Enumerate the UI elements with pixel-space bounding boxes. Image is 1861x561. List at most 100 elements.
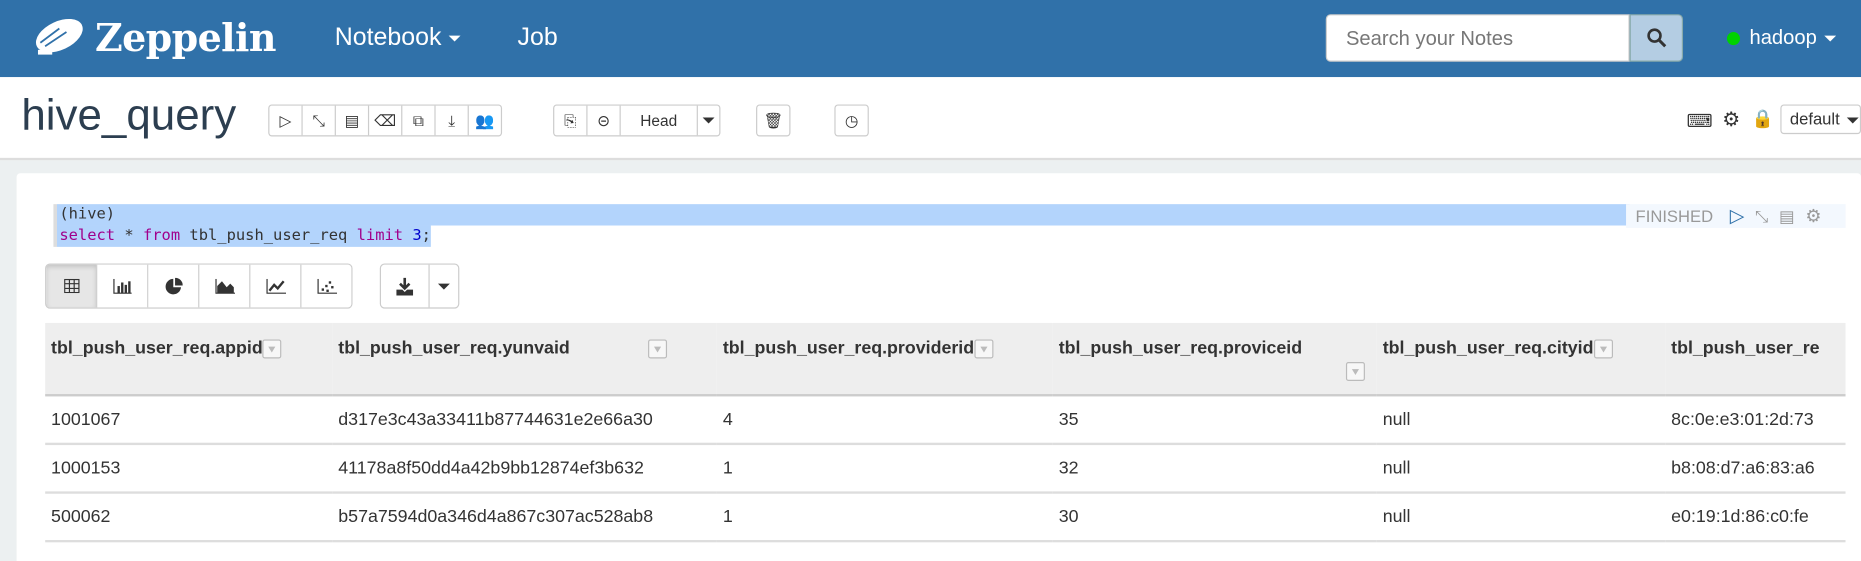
table-cell: 1 [716, 492, 1053, 543]
brand-logo[interactable]: Zeppelin [24, 12, 276, 64]
table-cell: b57a7594d0a346d4a867c307ac528ab8 [332, 492, 717, 543]
search-input[interactable]: Search your Notes [1325, 14, 1630, 62]
chevron-down-icon [1846, 117, 1859, 124]
gear-icon[interactable]: ⚙ [1722, 108, 1740, 132]
trash-icon: 🗑 [763, 110, 784, 129]
scatter-chart-icon [316, 278, 337, 294]
column-header-label: tbl_push_user_req.cityid [1382, 338, 1594, 359]
table-cell: 1000153 [45, 443, 333, 494]
notebook-title[interactable]: hive_query [21, 90, 236, 140]
run-paragraph-icon[interactable]: ▷ [1730, 204, 1745, 228]
clone-button[interactable]: ⧉ [402, 105, 436, 136]
chevron-down-icon [448, 35, 461, 42]
table-cell: b8:08:d7:a6:83:a6 [1665, 443, 1846, 494]
line-chart-button[interactable] [250, 264, 302, 308]
area-chart-button[interactable] [199, 264, 251, 308]
version-control: ⎘ ⊝ Head [553, 104, 721, 137]
commit-button[interactable]: ⊝ [588, 105, 621, 136]
keyword: from [142, 226, 181, 245]
clock-icon: ◷ [844, 110, 859, 129]
zeppelin-page: Zeppelin Notebook Job Search your Notes … [0, 0, 1861, 561]
keyboard-shortcut-icon[interactable]: ⌨ [1687, 110, 1713, 132]
column-header[interactable]: tbl_push_user_req.providerid [716, 322, 1053, 397]
version-control-icon[interactable]: ⎘ [554, 105, 588, 136]
column-filter-icon[interactable] [262, 339, 282, 359]
table-view-button[interactable] [46, 264, 98, 308]
table-cell: null [1376, 443, 1666, 494]
interpreter-binding-label: default [1789, 109, 1840, 129]
column-header[interactable]: tbl_push_user_re [1665, 322, 1846, 397]
bar-chart-icon [113, 278, 132, 294]
pie-chart-button[interactable] [148, 264, 200, 308]
chevron-down-icon [702, 117, 715, 124]
settings-icon[interactable]: ⚙ [1805, 205, 1821, 227]
keyword: limit [356, 226, 404, 245]
hide-output-button[interactable]: ▤ [336, 105, 370, 136]
table-cell: e0:19:1d:86:c0:fe [1665, 492, 1846, 543]
number-literal: 3 [412, 226, 422, 245]
column-header-label: tbl_push_user_req.providerid [722, 338, 975, 359]
scatter-chart-button[interactable] [301, 264, 352, 308]
notebook-menu[interactable]: Notebook [335, 24, 461, 52]
code-text: * [115, 226, 143, 245]
table-cell: null [1376, 395, 1666, 446]
column-header[interactable]: tbl_push_user_req.cityid [1376, 322, 1666, 397]
column-header[interactable]: tbl_push_user_req.proviceid [1052, 322, 1377, 397]
scheduler-button[interactable]: ◷ [834, 104, 869, 137]
collaborators-button[interactable]: 👥 [469, 106, 501, 136]
column-header[interactable]: tbl_push_user_req.appid [45, 322, 333, 397]
table-icon [63, 278, 79, 294]
clear-output-button[interactable]: ⌫ [369, 105, 403, 136]
lock-icon[interactable]: 🔒 [1752, 108, 1774, 129]
run-all-button[interactable]: ▷ [269, 105, 303, 136]
job-link[interactable]: Job [517, 24, 557, 52]
table-cell: 32 [1052, 443, 1377, 494]
table-cell: 1001067 [45, 395, 333, 446]
online-status-dot [1726, 31, 1740, 45]
search-button[interactable] [1629, 14, 1684, 62]
delete-notebook-button[interactable]: 🗑 [756, 104, 791, 137]
hide-code-button[interactable]: ⤡ [303, 105, 336, 136]
paragraph-status: FINISHED [1635, 206, 1714, 226]
result-table: tbl_push_user_req.appid tbl_push_user_re… [45, 322, 1846, 543]
table-cell: 8c:0e:e3:01:2d:73 [1665, 395, 1846, 446]
result-table-wrapper: tbl_push_user_req.appid tbl_push_user_re… [45, 322, 1846, 543]
column-header[interactable]: tbl_push_user_req.yunvaid [332, 322, 717, 397]
table-row: 1000153 41178a8f50dd4a42b9bb12874ef3b632 1… [45, 443, 1846, 494]
column-filter-icon[interactable] [1593, 339, 1613, 359]
code-text: tbl_push_user_req [180, 226, 357, 245]
version-select[interactable]: Head [621, 105, 698, 136]
table-cell: 30 [1052, 492, 1377, 543]
table-header-row: tbl_push_user_req.appid tbl_push_user_re… [45, 322, 1846, 397]
export-button[interactable]: ⤓ [436, 105, 469, 136]
chevron-down-icon [437, 283, 450, 290]
download-data-button[interactable] [381, 264, 430, 308]
table-cell: 35 [1052, 395, 1377, 446]
table-cell: 500062 [45, 492, 333, 543]
table-cell: d317e3c43a33411b87744631e2e66a30 [332, 395, 717, 446]
table-row: 1001067 d317e3c43a33411b87744631e2e66a30 4… [45, 395, 1846, 446]
column-filter-icon[interactable] [1345, 362, 1365, 381]
bar-chart-button[interactable] [97, 264, 149, 308]
notebook-actions: ▷ ⤡ ▤ ⌫ ⧉ ⤓ 👥 [268, 104, 503, 137]
user-menu[interactable]: hadoop [1726, 26, 1836, 50]
version-dropdown[interactable] [698, 106, 719, 136]
hide-editor-icon[interactable]: ⤡ [1755, 206, 1768, 226]
column-header-label: tbl_push_user_req.proviceid [1058, 338, 1303, 359]
table-cell: 41178a8f50dd4a42b9bb12874ef3b632 [332, 443, 717, 494]
area-chart-icon [214, 278, 235, 294]
code-editor[interactable]: (hive) select * from tbl_push_user_req l… [53, 204, 1630, 247]
interpreter-binding-select[interactable]: default [1780, 104, 1861, 135]
book-icon[interactable]: ▤ [1779, 206, 1795, 226]
chevron-down-icon [1823, 35, 1836, 41]
column-header-label: tbl_push_user_req.appid [51, 338, 263, 359]
pie-chart-icon [165, 277, 183, 294]
column-header-label: tbl_push_user_re [1671, 338, 1820, 359]
table-row: 500062 b57a7594d0a346d4a867c307ac528ab8 1 3… [45, 492, 1846, 543]
column-filter-icon[interactable] [974, 339, 994, 359]
column-filter-icon[interactable] [648, 339, 668, 359]
table-cell: null [1376, 492, 1666, 543]
download-icon [396, 277, 414, 295]
code-line: (hive) [56, 204, 1630, 226]
download-format-dropdown[interactable] [430, 265, 458, 308]
